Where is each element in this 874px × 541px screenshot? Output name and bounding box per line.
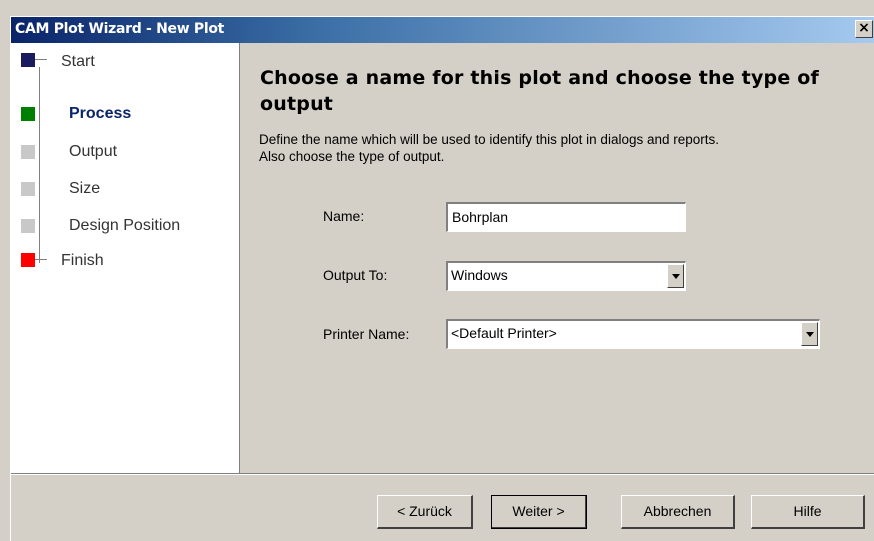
name-field[interactable]: Bohrplan xyxy=(446,202,686,232)
name-label: Name: xyxy=(323,208,365,224)
page-heading: Choose a name for this plot and choose t… xyxy=(260,67,819,115)
wizard-dialog: CAM Plot Wizard - New Plot × Start Proce… xyxy=(10,16,874,541)
wizard-steps-panel: Start Process Output Size Design Positio… xyxy=(11,43,240,473)
step-start-marker-icon xyxy=(21,53,35,67)
description-line-1: Define the name which will be used to id… xyxy=(259,132,720,147)
output-to-label: Output To: xyxy=(323,267,388,283)
cancel-button[interactable]: Abbrechen xyxy=(621,495,735,529)
printer-name-value: <Default Printer> xyxy=(451,325,557,341)
steps-connector-line xyxy=(39,67,40,263)
description-line-2: Also choose the type of output. xyxy=(259,149,445,164)
next-button[interactable]: Weiter > xyxy=(491,495,587,529)
footer-divider xyxy=(11,473,874,475)
step-design-position-marker-icon xyxy=(21,219,35,233)
wizard-content: Choose a name for this plot and choose t… xyxy=(240,43,874,473)
step-size-label: Size xyxy=(69,180,101,197)
printer-name-select[interactable]: <Default Printer> xyxy=(446,319,820,349)
back-button[interactable]: < Zurück xyxy=(377,495,473,529)
printer-name-label: Printer Name: xyxy=(323,326,410,342)
step-process-marker-icon xyxy=(21,107,35,121)
output-to-value: Windows xyxy=(451,267,508,283)
close-icon[interactable]: × xyxy=(855,20,873,38)
output-to-select[interactable]: Windows xyxy=(446,261,686,291)
page-description: Define the name which will be used to id… xyxy=(259,131,859,165)
step-output-label: Output xyxy=(69,143,118,160)
step-connector xyxy=(35,59,47,60)
window-title: CAM Plot Wizard - New Plot xyxy=(15,21,225,37)
chevron-down-icon[interactable] xyxy=(667,264,684,288)
step-process-label: Process xyxy=(69,105,132,122)
step-connector xyxy=(35,259,47,260)
step-finish-marker-icon xyxy=(21,253,35,267)
step-design-position-label: Design Position xyxy=(69,217,181,234)
help-button[interactable]: Hilfe xyxy=(751,495,865,529)
step-finish-label: Finish xyxy=(61,252,104,269)
step-output-marker-icon xyxy=(21,145,35,159)
title-bar: CAM Plot Wizard - New Plot × xyxy=(11,17,874,43)
chevron-down-icon[interactable] xyxy=(801,322,818,346)
step-start-label: Start xyxy=(61,53,95,70)
step-size-marker-icon xyxy=(21,182,35,196)
